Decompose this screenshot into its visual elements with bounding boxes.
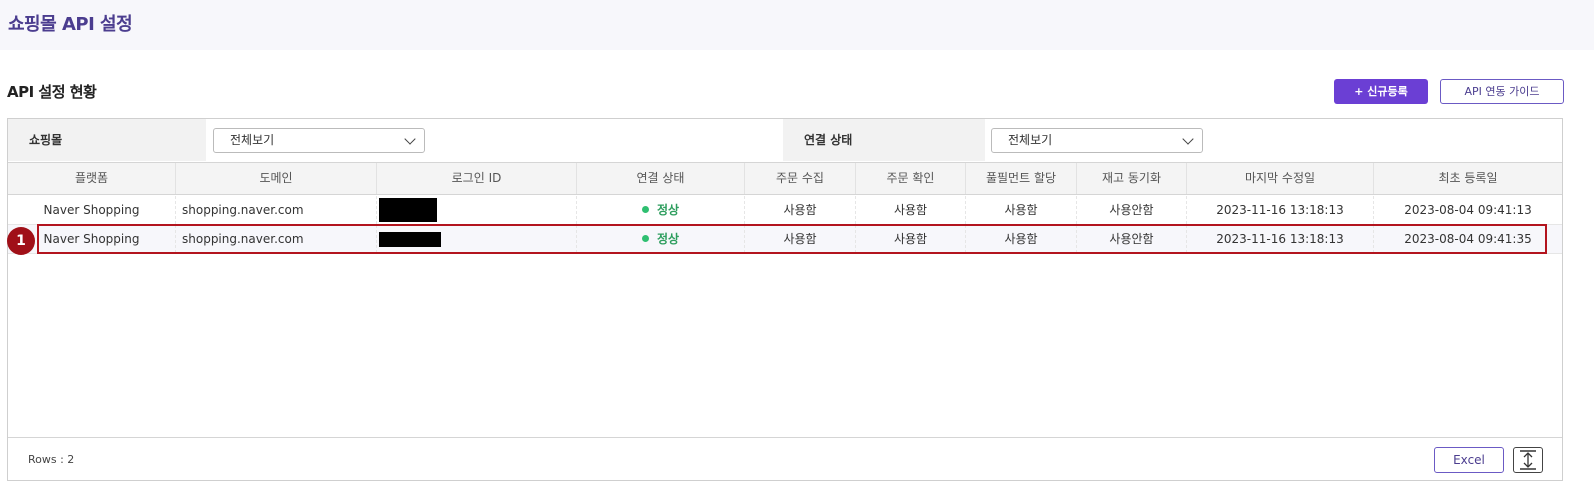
page-title: 쇼핑몰 API 설정 [8, 14, 133, 35]
expand-height-button[interactable] [1513, 447, 1543, 473]
mall-filter-value: 전체보기 [230, 133, 275, 147]
status-dot-icon [641, 235, 649, 242]
column-header-login-id[interactable]: 로그인 ID [377, 163, 577, 194]
resize-vertical-icon [1520, 450, 1536, 470]
cell-order-collect: 사용함 [745, 196, 856, 224]
column-header-fulfillment[interactable]: 풀필먼트 할당 [966, 163, 1077, 194]
mall-filter-label: 쇼핑몰 [8, 119, 206, 161]
table-footer: Rows : 2 Excel [8, 437, 1562, 481]
cell-stock-sync: 사용안함 [1077, 196, 1187, 224]
column-header-stock-sync[interactable]: 재고 동기화 [1077, 163, 1187, 194]
cell-login-id [377, 225, 577, 253]
column-header-registered[interactable]: 최초 등록일 [1374, 163, 1562, 194]
api-settings-panel: 쇼핑몰 전체보기 연결 상태 전체보기 플랫폼 도메인 로그인 ID 연결 상태… [7, 118, 1563, 481]
cell-registered: 2023-08-04 09:41:13 [1404, 203, 1532, 217]
cell-fulfillment: 사용함 [966, 225, 1077, 253]
status-filter-value: 전체보기 [1008, 133, 1053, 147]
cell-modified: 2023-11-16 13:18:13 [1187, 225, 1374, 253]
column-header-order-collect[interactable]: 주문 수집 [745, 163, 856, 194]
cell-status: 정상 [577, 225, 745, 253]
status-filter-label: 연결 상태 [783, 119, 985, 161]
column-header-order-confirm[interactable]: 주문 확인 [856, 163, 966, 194]
mall-filter-select[interactable]: 전체보기 [213, 128, 425, 153]
cell-login-id [377, 196, 577, 224]
redacted-login-id [379, 198, 437, 222]
cell-order-confirm: 사용함 [856, 196, 966, 224]
cell-order-collect: 사용함 [745, 225, 856, 253]
table-header: 플랫폼 도메인 로그인 ID 연결 상태 주문 수집 주문 확인 풀필먼트 할당… [8, 162, 1562, 195]
cell-status: 정상 [577, 196, 745, 224]
status-text: 정상 [656, 203, 680, 217]
top-bar: 쇼핑몰 API 설정 [0, 0, 1594, 50]
status-text: 정상 [656, 232, 680, 246]
cell-fulfillment: 사용함 [966, 196, 1077, 224]
register-button[interactable]: + 신규등록 [1334, 79, 1428, 104]
table-row[interactable]: Naver Shopping shopping.naver.com 정상 사용함… [8, 225, 1562, 254]
rows-count: Rows : 2 [28, 453, 75, 466]
cell-platform: Naver Shopping [8, 196, 176, 224]
api-guide-button[interactable]: API 연동 가이드 [1440, 79, 1564, 104]
column-header-status[interactable]: 연결 상태 [577, 163, 745, 194]
section-title: API 설정 현황 [7, 83, 97, 101]
chevron-down-icon [404, 133, 416, 145]
cell-order-confirm: 사용함 [856, 225, 966, 253]
filter-row: 쇼핑몰 전체보기 연결 상태 전체보기 [8, 119, 1562, 161]
redacted-login-id [379, 232, 441, 247]
annotation-marker: 1 [7, 227, 35, 255]
cell-domain: shopping.naver.com [176, 196, 377, 224]
excel-export-button[interactable]: Excel [1434, 447, 1504, 473]
cell-modified: 2023-11-16 13:18:13 [1187, 196, 1374, 224]
table-row[interactable]: Naver Shopping shopping.naver.com 정상 사용함… [8, 196, 1562, 225]
cell-registered: 2023-08-04 09:41:35 [1404, 232, 1532, 246]
chevron-down-icon [1182, 133, 1194, 145]
status-filter-select[interactable]: 전체보기 [991, 128, 1203, 153]
column-header-platform[interactable]: 플랫폼 [8, 163, 176, 194]
column-header-modified[interactable]: 마지막 수정일 [1187, 163, 1374, 194]
cell-stock-sync: 사용안함 [1077, 225, 1187, 253]
status-dot-icon [641, 206, 649, 213]
cell-domain: shopping.naver.com [176, 225, 377, 253]
column-header-domain[interactable]: 도메인 [176, 163, 377, 194]
